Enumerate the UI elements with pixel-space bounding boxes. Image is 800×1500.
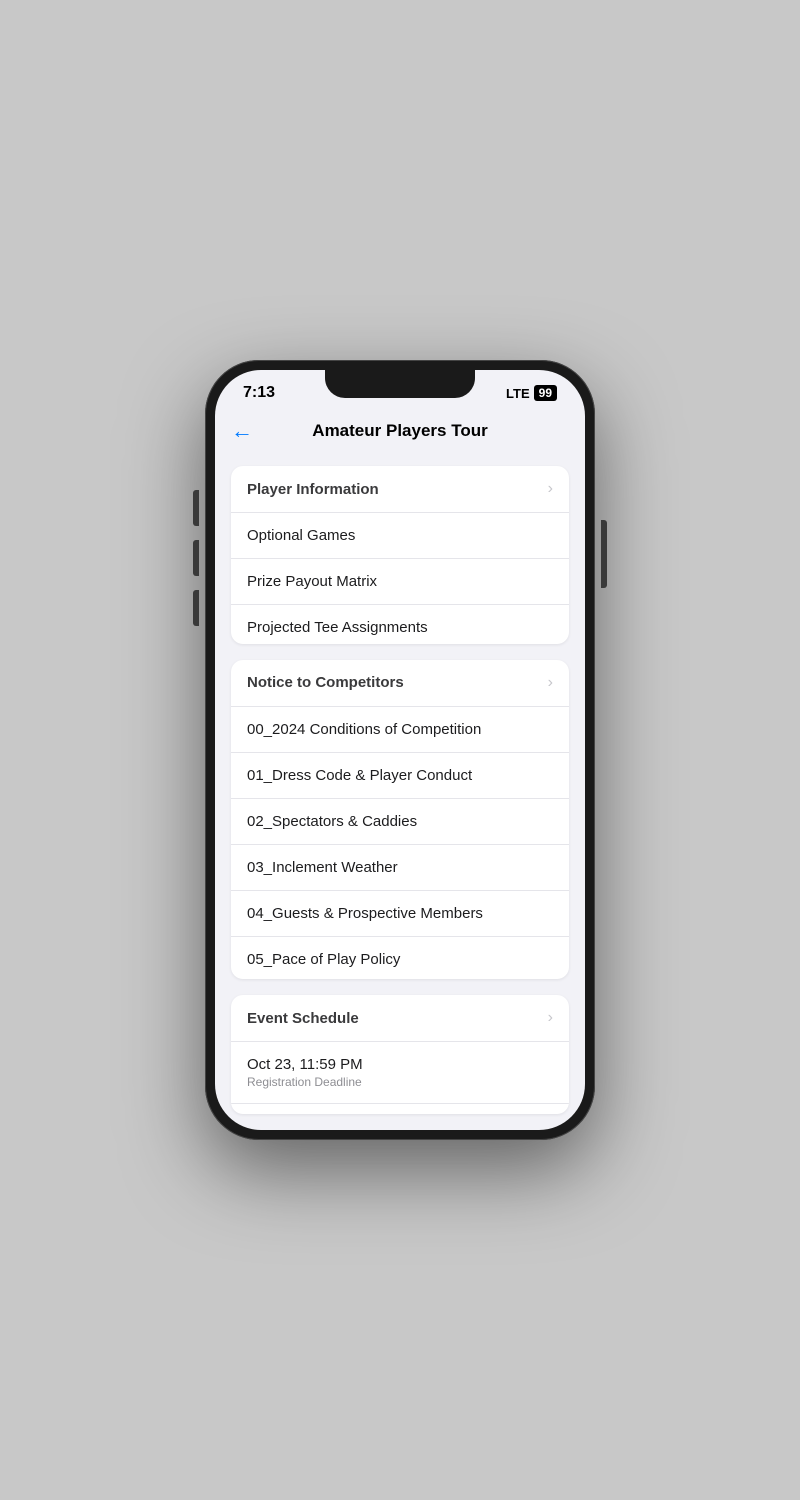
prize-payout-label: Prize Payout Matrix bbox=[247, 573, 377, 590]
optional-games-label: Optional Games bbox=[247, 527, 355, 544]
section1-card: Player Information › Optional Games Priz… bbox=[231, 466, 569, 644]
status-time: 7:13 bbox=[243, 384, 275, 402]
event-oct23-container: Oct 23, 11:59 PM Registration Deadline bbox=[247, 1056, 363, 1089]
notch bbox=[325, 370, 475, 398]
event-oct23-date: Oct 23, 11:59 PM bbox=[247, 1056, 363, 1073]
chevron-right-icon3: › bbox=[548, 1009, 553, 1027]
phone-screen: 7:13 LTE 99 ← Amateur Players Tour Playe… bbox=[215, 370, 585, 1130]
player-information-label: Player Information bbox=[247, 481, 379, 498]
event-oct23-subtitle: Registration Deadline bbox=[247, 1075, 363, 1089]
notice-competitors-label: Notice to Competitors bbox=[247, 674, 404, 691]
list-item-conditions[interactable]: 00_2024 Conditions of Competition bbox=[231, 707, 569, 753]
pace-of-play-label: 05_Pace of Play Policy bbox=[247, 951, 400, 968]
status-right: LTE 99 bbox=[506, 385, 557, 401]
list-item-event-oct24[interactable]: Oct 24, 12:00 PM bbox=[231, 1104, 569, 1114]
list-item-projected-tee[interactable]: Projected Tee Assignments bbox=[231, 605, 569, 644]
list-item-optional-games[interactable]: Optional Games bbox=[231, 513, 569, 559]
content-area: Player Information › Optional Games Priz… bbox=[215, 458, 585, 1130]
network-indicator: LTE bbox=[506, 386, 530, 401]
section2-card: Notice to Competitors › 00_2024 Conditio… bbox=[231, 660, 569, 980]
chevron-right-icon: › bbox=[548, 480, 553, 498]
list-item-pace-of-play[interactable]: 05_Pace of Play Policy bbox=[231, 937, 569, 980]
guests-label: 04_Guests & Prospective Members bbox=[247, 905, 483, 922]
list-item-prize-payout[interactable]: Prize Payout Matrix bbox=[231, 559, 569, 605]
section3-card: Event Schedule › Oct 23, 11:59 PM Regist… bbox=[231, 995, 569, 1114]
page-title: Amateur Players Tour bbox=[312, 421, 487, 441]
nav-header: ← Amateur Players Tour bbox=[215, 406, 585, 458]
list-item-dress-code[interactable]: 01_Dress Code & Player Conduct bbox=[231, 753, 569, 799]
projected-tee-label: Projected Tee Assignments bbox=[247, 619, 428, 636]
list-item-guests[interactable]: 04_Guests & Prospective Members bbox=[231, 891, 569, 937]
event-schedule-label: Event Schedule bbox=[247, 1010, 359, 1027]
list-item-weather[interactable]: 03_Inclement Weather bbox=[231, 845, 569, 891]
dress-code-label: 01_Dress Code & Player Conduct bbox=[247, 767, 472, 784]
chevron-right-icon2: › bbox=[548, 674, 553, 692]
battery-indicator: 99 bbox=[534, 385, 557, 401]
spectators-label: 02_Spectators & Caddies bbox=[247, 813, 417, 830]
list-item-player-information[interactable]: Player Information › bbox=[231, 466, 569, 513]
list-item-notice-competitors[interactable]: Notice to Competitors › bbox=[231, 660, 569, 707]
list-item-spectators[interactable]: 02_Spectators & Caddies bbox=[231, 799, 569, 845]
list-item-event-schedule[interactable]: Event Schedule › bbox=[231, 995, 569, 1042]
list-item-event-oct23[interactable]: Oct 23, 11:59 PM Registration Deadline bbox=[231, 1042, 569, 1104]
weather-label: 03_Inclement Weather bbox=[247, 859, 398, 876]
back-button[interactable]: ← bbox=[231, 414, 261, 448]
phone-frame: 7:13 LTE 99 ← Amateur Players Tour Playe… bbox=[205, 360, 595, 1140]
conditions-label: 00_2024 Conditions of Competition bbox=[247, 721, 481, 738]
